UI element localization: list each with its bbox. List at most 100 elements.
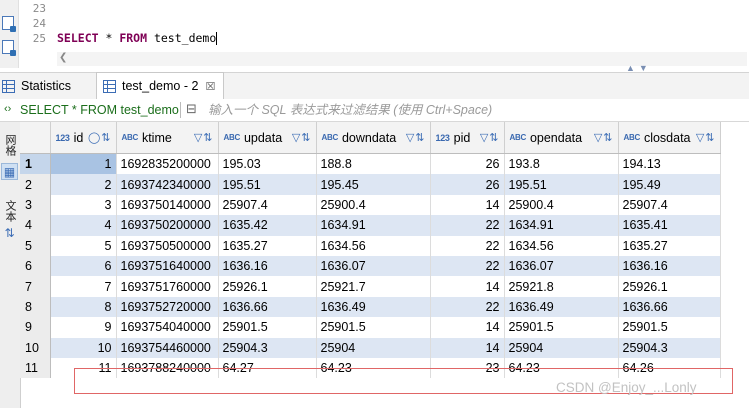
- sort-filter-icons[interactable]: ◯⇅: [88, 131, 112, 144]
- cell-closdata[interactable]: 1635.41: [618, 215, 721, 236]
- row-number[interactable]: 10: [20, 337, 51, 358]
- cell-downdata[interactable]: 25900.4: [316, 194, 431, 216]
- cell-ktime[interactable]: 1693754040000: [116, 317, 219, 338]
- table-row[interactable]: 5 5 1693750500000 1635.27 1634.56 22 1634.56 16…: [20, 235, 721, 256]
- filter-input[interactable]: [208, 102, 708, 118]
- table-row[interactable]: 3 3 1693750140000 25907.4 25900.4 14 25900.4 25…: [20, 194, 721, 216]
- column-header-closdata[interactable]: ABC closdata ▽⇅: [618, 122, 721, 154]
- cell-id[interactable]: 10: [50, 337, 117, 358]
- cell-closdata[interactable]: 194.13: [618, 153, 721, 175]
- cell-updata[interactable]: 1635.42: [218, 215, 317, 236]
- cell-ktime[interactable]: 1693750500000: [116, 235, 219, 256]
- cell-updata[interactable]: 1636.66: [218, 296, 317, 318]
- current-query-label[interactable]: SELECT * FROM test_demo: [20, 103, 179, 117]
- cell-id[interactable]: 5: [50, 235, 117, 256]
- cell-downdata[interactable]: 1634.56: [316, 235, 431, 256]
- close-tab-icon[interactable]: ☒: [205, 80, 215, 93]
- table-row[interactable]: 10 10 1693754460000 25904.3 25904 14 25904 2590…: [20, 337, 721, 358]
- cell-updata[interactable]: 195.03: [218, 153, 317, 175]
- cell-id[interactable]: 8: [50, 296, 117, 318]
- row-number[interactable]: 7: [20, 276, 51, 297]
- export-script-icon[interactable]: [2, 40, 16, 56]
- results-grid[interactable]: 123 id ◯⇅ ABC ktime ▽⇅ ABC updata ▽⇅ ABC downda…: [20, 122, 749, 408]
- table-row[interactable]: 9 9 1693754040000 25901.5 25901.5 14 25901.5 25…: [20, 317, 721, 338]
- cell-ktime[interactable]: 1693750200000: [116, 215, 219, 236]
- cell-id[interactable]: 7: [50, 276, 117, 297]
- column-header-ktime[interactable]: ABC ktime ▽⇅: [116, 122, 219, 154]
- cell-updata[interactable]: 1636.16: [218, 255, 317, 277]
- table-row[interactable]: 4 4 1693750200000 1635.42 1634.91 22 1634.91 16…: [20, 215, 721, 236]
- cell-id[interactable]: 2: [50, 174, 117, 195]
- sort-filter-icons[interactable]: ▽⇅: [406, 131, 426, 144]
- cell-pid[interactable]: 22: [430, 235, 505, 256]
- scroll-left-icon[interactable]: ❮: [59, 52, 67, 63]
- row-number[interactable]: 11: [20, 357, 51, 379]
- cell-downdata[interactable]: 1634.91: [316, 215, 431, 236]
- cell-closdata[interactable]: 64.26: [618, 357, 721, 379]
- cell-downdata[interactable]: 25904: [316, 337, 431, 358]
- cell-opendata[interactable]: 64.23: [504, 357, 619, 379]
- cell-ktime[interactable]: 1693750140000: [116, 194, 219, 216]
- cell-closdata[interactable]: 25926.1: [618, 276, 721, 297]
- cell-pid[interactable]: 22: [430, 215, 505, 236]
- cell-id[interactable]: 9: [50, 317, 117, 338]
- text-view-label[interactable]: 文本: [2, 200, 18, 222]
- cell-opendata[interactable]: 1634.91: [504, 215, 619, 236]
- cell-id[interactable]: 4: [50, 215, 117, 236]
- cell-id[interactable]: 11: [50, 357, 117, 379]
- column-header-pid[interactable]: 123 pid ▽⇅: [430, 122, 505, 154]
- cell-downdata[interactable]: 188.8: [316, 153, 431, 175]
- cell-ktime[interactable]: 1693752720000: [116, 296, 219, 318]
- row-number[interactable]: 6: [20, 255, 51, 277]
- cell-ktime[interactable]: 1693742340000: [116, 174, 219, 195]
- sort-filter-icons[interactable]: ▽⇅: [292, 131, 312, 144]
- cell-id[interactable]: 1: [50, 153, 117, 175]
- grid-view-label[interactable]: 网格: [2, 134, 18, 156]
- cell-updata[interactable]: 1635.27: [218, 235, 317, 256]
- cell-downdata[interactable]: 64.23: [316, 357, 431, 379]
- cell-closdata[interactable]: 25904.3: [618, 337, 721, 358]
- column-header-opendata[interactable]: ABC opendata ▽⇅: [504, 122, 619, 154]
- cell-id[interactable]: 6: [50, 255, 117, 277]
- cell-downdata[interactable]: 1636.49: [316, 296, 431, 318]
- cell-pid[interactable]: 14: [430, 337, 505, 358]
- row-number[interactable]: 1: [20, 153, 51, 175]
- cell-ktime[interactable]: 1693751760000: [116, 276, 219, 297]
- sql-editor[interactable]: 23 24 25 SELECT * FROM test_demo ❮ ▲▼: [0, 0, 749, 73]
- table-row[interactable]: 11 11 1693788240000 64.27 64.23 23 64.23 64.26: [20, 357, 721, 379]
- column-header-id[interactable]: 123 id ◯⇅: [50, 122, 117, 154]
- run-script-icon[interactable]: [2, 16, 16, 32]
- cell-pid[interactable]: 23: [430, 357, 505, 379]
- cell-closdata[interactable]: 1636.66: [618, 296, 721, 318]
- column-header-downdata[interactable]: ABC downdata ▽⇅: [316, 122, 431, 154]
- cell-updata[interactable]: 64.27: [218, 357, 317, 379]
- cell-opendata[interactable]: 1636.49: [504, 296, 619, 318]
- row-number[interactable]: 8: [20, 296, 51, 318]
- filter-expression-icon[interactable]: ⊟: [186, 101, 197, 117]
- cell-opendata[interactable]: 195.51: [504, 174, 619, 195]
- row-number[interactable]: 4: [20, 215, 51, 236]
- row-number[interactable]: 9: [20, 317, 51, 338]
- cell-ktime[interactable]: 1693754460000: [116, 337, 219, 358]
- cell-updata[interactable]: 25926.1: [218, 276, 317, 297]
- table-row[interactable]: 6 6 1693751640000 1636.16 1636.07 22 1636.07 16…: [20, 255, 721, 277]
- cell-closdata[interactable]: 1635.27: [618, 235, 721, 256]
- cell-pid[interactable]: 26: [430, 153, 505, 175]
- cell-opendata[interactable]: 25900.4: [504, 194, 619, 216]
- tab-test-demo-2[interactable]: test_demo - 2 ☒: [96, 72, 224, 99]
- sort-filter-icons[interactable]: ▽⇅: [480, 131, 500, 144]
- cell-ktime[interactable]: 1692835200000: [116, 153, 219, 175]
- column-header-updata[interactable]: ABC updata ▽⇅: [218, 122, 317, 154]
- cell-closdata[interactable]: 25907.4: [618, 194, 721, 216]
- cell-pid[interactable]: 26: [430, 174, 505, 195]
- table-row[interactable]: 2 2 1693742340000 195.51 195.45 26 195.51 195.4…: [20, 174, 721, 195]
- cell-closdata[interactable]: 1636.16: [618, 255, 721, 277]
- sort-filter-icons[interactable]: ▽⇅: [696, 131, 716, 144]
- cell-updata[interactable]: 25907.4: [218, 194, 317, 216]
- cell-pid[interactable]: 22: [430, 255, 505, 277]
- cell-pid[interactable]: 14: [430, 317, 505, 338]
- cell-pid[interactable]: 14: [430, 194, 505, 216]
- cell-pid[interactable]: 22: [430, 296, 505, 318]
- table-row[interactable]: 7 7 1693751760000 25926.1 25921.7 14 25921.8 25…: [20, 276, 721, 297]
- tab-statistics[interactable]: Statistics: [2, 73, 92, 99]
